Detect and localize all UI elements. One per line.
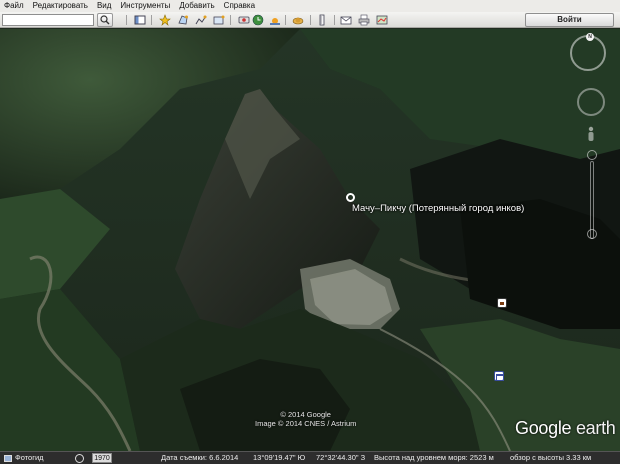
add-overlay-button[interactable] (210, 13, 227, 27)
zoom-in-button[interactable] (587, 150, 597, 160)
menu-view[interactable]: Вид (93, 0, 116, 12)
logo-earth: earth (575, 418, 616, 438)
status-bar: Фотогид 1970 Дата съемки: 6.6.2014 13°09… (0, 451, 620, 464)
toolbar-separator (334, 15, 335, 25)
search-button[interactable] (97, 13, 113, 27)
login-button[interactable]: Войти (525, 13, 614, 27)
email-button[interactable] (337, 13, 354, 27)
sidebar-toggle-button[interactable] (131, 13, 148, 27)
path-icon (195, 15, 206, 25)
menu-bar: Файл Редактировать Вид Инструменты Добав… (0, 0, 620, 12)
street-view-person-icon[interactable] (587, 126, 595, 142)
imagery-date: Дата съемки: 6.6.2014 (161, 453, 239, 462)
toolbar-separator (230, 15, 231, 25)
compass-north-indicator[interactable]: N (586, 33, 594, 41)
sunlight-button[interactable] (266, 13, 283, 27)
switch-planet-button[interactable] (289, 13, 306, 27)
search-input[interactable] (2, 14, 94, 26)
place-marker[interactable] (346, 193, 355, 202)
photos-icon[interactable] (4, 455, 12, 462)
overlay-icon (213, 15, 224, 25)
menu-help[interactable]: Справка (220, 0, 260, 12)
copyright-line-1: © 2014 Google (280, 410, 331, 419)
add-path-button[interactable] (192, 13, 209, 27)
maps-icon (376, 15, 387, 25)
menu-edit[interactable]: Редактировать (29, 0, 93, 12)
latitude: 13°09'19.47" Ю (253, 453, 306, 462)
museum-icon[interactable] (494, 371, 504, 381)
look-joystick[interactable] (577, 88, 605, 116)
historical-imagery-button[interactable] (249, 13, 266, 27)
clock-icon (252, 14, 263, 26)
copyright-line-2: Image © 2014 CNES / Astrium (255, 419, 357, 428)
menu-tools[interactable]: Инструменты (116, 0, 175, 12)
print-icon (358, 14, 369, 26)
planet-icon (292, 17, 303, 25)
add-placemark-button[interactable] (156, 13, 173, 27)
menu-file[interactable]: Файл (0, 0, 29, 12)
photos-label[interactable]: Фотогид (15, 452, 44, 464)
view-in-maps-button[interactable] (373, 13, 390, 27)
email-icon (340, 16, 351, 25)
google-earth-logo: Google earth (515, 418, 616, 439)
print-button[interactable] (355, 13, 372, 27)
elevation: Высота над уровнем моря: 2523 м (374, 453, 494, 462)
navigation-controls: N (568, 33, 616, 263)
toolbar-separator (151, 15, 152, 25)
timeline-clock-icon[interactable] (75, 454, 84, 463)
add-polygon-button[interactable] (174, 13, 191, 27)
search-icon (100, 15, 110, 25)
place-label[interactable]: Мачу–Пикчу (Потерянный город инков) (352, 203, 524, 214)
menu-add[interactable]: Добавить (175, 0, 219, 12)
sidebar-icon (134, 15, 145, 25)
hotel-icon[interactable] (497, 298, 507, 308)
year-badge[interactable]: 1970 (92, 453, 112, 463)
polygon-icon (177, 15, 188, 25)
toolbar-separator (285, 15, 286, 25)
toolbar-separator (310, 15, 311, 25)
toolbar-separator (126, 15, 127, 25)
compass-ring[interactable]: N (570, 33, 606, 71)
ruler-button[interactable] (313, 13, 330, 27)
toolbar: Войти (0, 12, 620, 28)
placemark-icon (158, 14, 171, 26)
longitude: 72°32'44.30" З (316, 453, 366, 462)
zoom-out-button[interactable] (587, 229, 597, 239)
zoom-slider[interactable] (590, 161, 594, 239)
ruler-icon (319, 14, 324, 26)
eye-altitude: обзор с высоты 3.33 км (510, 453, 592, 462)
logo-google: Google (515, 418, 572, 438)
terrain-imagery (0, 29, 620, 451)
sun-icon (269, 18, 280, 25)
record-icon (238, 16, 249, 24)
map-view[interactable]: Мачу–Пикчу (Потерянный город инков) © 20… (0, 29, 620, 451)
copyright-text: © 2014 Google Image © 2014 CNES / Astriu… (255, 410, 356, 428)
